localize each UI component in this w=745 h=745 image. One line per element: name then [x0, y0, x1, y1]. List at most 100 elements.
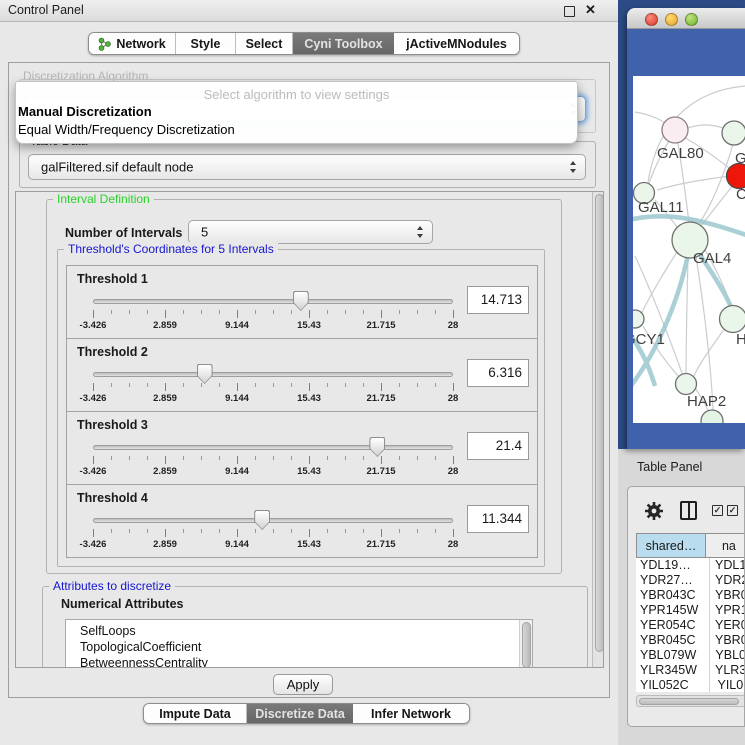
tick-mark — [237, 383, 238, 391]
tab-select[interactable]: Select — [236, 33, 293, 54]
tick-mark — [273, 456, 274, 460]
tick-mark — [363, 383, 364, 387]
table-panel-title: Table Panel — [637, 460, 702, 474]
table-row[interactable]: YPR145WYPR1 — [636, 603, 745, 618]
table-row[interactable]: YBR043CYBR0 — [636, 588, 745, 603]
gear-icon[interactable] — [644, 501, 664, 521]
close-icon[interactable]: ✕ — [585, 2, 596, 18]
scrollbar-thumb[interactable] — [595, 194, 604, 652]
split-columns-icon[interactable] — [680, 501, 697, 520]
table-row[interactable]: YDL19…YDL1 — [636, 558, 745, 573]
table-row[interactable]: YIL052CYIL0 — [636, 678, 745, 692]
table-row[interactable]: YBL079WYBL0 — [636, 648, 745, 663]
dropdown-option-manual[interactable]: Manual Discretization — [18, 104, 152, 119]
slider-scale-label: 9.144 — [215, 393, 259, 404]
slider-scale-label: -3.426 — [71, 320, 115, 331]
cell: YER054C — [636, 618, 701, 633]
close-traffic-light-icon[interactable] — [645, 13, 658, 26]
interval-definition-group: Interval Definition Number of Intervals … — [46, 199, 562, 574]
slider-thumb[interactable] — [293, 291, 309, 311]
slider-scale-label: 9.144 — [215, 320, 259, 331]
slider-thumb[interactable] — [254, 510, 270, 530]
slider-track[interactable] — [93, 445, 453, 450]
tab-label: Style — [191, 37, 221, 51]
list-item[interactable]: BetweennessCentrality — [66, 655, 532, 668]
dropdown-option-equal-width[interactable]: Equal Width/Frequency Discretization — [18, 122, 235, 137]
list-item[interactable]: TopologicalCoefficient — [66, 639, 532, 655]
list-scrollbar[interactable] — [519, 620, 532, 668]
table-row[interactable]: YBR045CYBR0 — [636, 633, 745, 648]
checkbox-icon[interactable]: ✓ — [712, 505, 723, 516]
network-view-window: GAL80 GA C GAL11 GAL4 GCY1 H HAP2 — [627, 8, 745, 449]
table-row[interactable]: YER054CYER0 — [636, 618, 745, 633]
table-body: YDL19…YDL1 YDR27…YDR2 YBR043CYBR0 YPR145… — [636, 558, 745, 692]
tab-label: Cyni Toolbox — [304, 37, 382, 51]
tick-mark — [435, 529, 436, 533]
viewport-scrollbar[interactable] — [592, 192, 604, 668]
node-selected-red[interactable] — [727, 164, 745, 189]
slider-thumb[interactable] — [197, 364, 213, 384]
slider-track[interactable] — [93, 299, 453, 304]
tab-label: Impute Data — [159, 707, 231, 721]
slider-scale-label: 28 — [431, 393, 475, 404]
column-header-name[interactable]: na — [706, 533, 745, 558]
node-bottom[interactable] — [701, 410, 723, 423]
network-canvas[interactable]: GAL80 GA C GAL11 GAL4 GCY1 H HAP2 — [633, 76, 745, 423]
tick-mark — [273, 310, 274, 314]
tick-mark — [417, 456, 418, 460]
checkbox-icon[interactable]: ✓ — [727, 505, 738, 516]
slider-scale-label: 2.859 — [143, 393, 187, 404]
threshold-value-field[interactable]: 14.713 — [467, 286, 529, 314]
tick-mark — [363, 529, 364, 533]
minimize-traffic-light-icon[interactable] — [665, 13, 678, 26]
table-row[interactable]: YLR345WYLR3 — [636, 663, 745, 678]
node-label-gal80: GAL80 — [657, 145, 704, 162]
slider-scale-label: 15.43 — [287, 466, 331, 477]
tab-cyni-toolbox[interactable]: Cyni Toolbox — [293, 33, 394, 54]
zoom-traffic-light-icon[interactable] — [685, 13, 698, 26]
tick-mark — [93, 456, 94, 464]
tab-impute-data[interactable]: Impute Data — [144, 704, 247, 723]
tab-jactivemnodules[interactable]: jActiveMNodules — [394, 33, 519, 54]
table-data-combobox[interactable]: galFiltered.sif default node — [28, 154, 586, 180]
tab-network[interactable]: Network — [89, 33, 176, 54]
cell: YBL079W — [636, 648, 701, 663]
check-glyph: ✓ — [714, 505, 722, 515]
cell: YLR3 — [701, 663, 745, 678]
threshold-value-field[interactable]: 11.344 — [467, 505, 529, 533]
node-gcy1[interactable] — [633, 310, 644, 328]
tick-mark — [291, 456, 292, 460]
tab-style[interactable]: Style — [176, 33, 236, 54]
slider-scale: -3.4262.8599.14415.4321.71528 — [67, 320, 539, 333]
column-header-shared[interactable]: shared… — [636, 533, 706, 558]
node-h[interactable] — [720, 306, 745, 333]
scrollbar-thumb[interactable] — [522, 622, 531, 668]
tick-mark — [255, 529, 256, 533]
list-item[interactable]: SelfLoops — [66, 623, 532, 639]
threshold-value-field[interactable]: 6.316 — [467, 359, 529, 387]
table-data-group: Table Data galFiltered.sif default node — [19, 141, 596, 188]
tick-mark — [165, 456, 166, 464]
apply-button[interactable]: Apply — [273, 674, 333, 695]
float-window-icon[interactable] — [564, 6, 575, 17]
threshold-value-field[interactable]: 21.4 — [467, 432, 529, 460]
threshold-stack: Threshold 1 -3.4262.8599.14415.4321.7152… — [66, 266, 538, 558]
number-of-intervals-combobox[interactable]: 5 — [188, 220, 433, 244]
slider-thumb[interactable] — [369, 437, 385, 457]
table-row[interactable]: YDR27…YDR2 — [636, 573, 745, 588]
scrollbar-thumb[interactable] — [639, 698, 739, 705]
node-right-top[interactable] — [722, 121, 745, 145]
slider-track[interactable] — [93, 518, 453, 523]
node-hap2[interactable] — [676, 374, 697, 395]
tick-mark — [399, 383, 400, 387]
slider-ticks — [93, 456, 453, 465]
slider-ticks — [93, 529, 453, 538]
slider-scale-label: 15.43 — [287, 393, 331, 404]
slider-track[interactable] — [93, 372, 453, 377]
tick-mark — [327, 529, 328, 533]
tab-infer-network[interactable]: Infer Network — [353, 704, 469, 723]
table-horizontal-scrollbar[interactable] — [636, 695, 745, 707]
tick-mark — [219, 383, 220, 387]
tab-discretize-data[interactable]: Discretize Data — [247, 704, 353, 723]
node-gal80[interactable] — [662, 117, 688, 143]
